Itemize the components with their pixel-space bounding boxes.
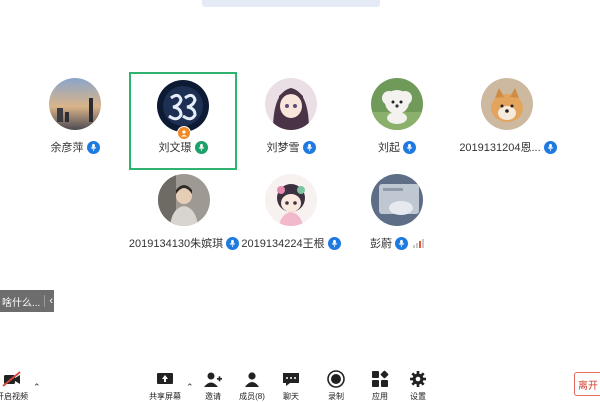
- share-screen-label: 共享屏幕: [149, 392, 181, 401]
- leave-label: 离开: [578, 380, 598, 392]
- mic-icon[interactable]: [327, 236, 341, 250]
- participant-grid: 余彦萍 刘文璟 刘梦雪 刘起 2019131204恩... 2019134130…: [0, 0, 600, 360]
- divider: [44, 295, 46, 307]
- settings-button[interactable]: 设置: [398, 370, 438, 402]
- avatar: [371, 78, 423, 130]
- participant-tile[interactable]: 刘梦雪: [238, 78, 344, 174]
- participant-tile[interactable]: 彭蔚: [344, 174, 450, 270]
- members-label: 成员(8): [239, 392, 265, 401]
- participant-tile[interactable]: 2019134130朱嫔琪: [128, 174, 240, 270]
- chat-button[interactable]: 聊天: [271, 370, 311, 402]
- mic-icon[interactable]: [302, 140, 316, 154]
- participant-tile-active-speaker[interactable]: 刘文璟: [129, 72, 237, 170]
- camera-off-icon: [2, 370, 22, 388]
- participant-name: 刘梦雪: [266, 142, 300, 154]
- participant-name: 刘文璟: [158, 142, 192, 154]
- gear-icon: [408, 370, 428, 388]
- avatar: [265, 78, 317, 130]
- participant-tile[interactable]: 2019134224王根: [238, 174, 344, 270]
- participant-tile[interactable]: 余彦萍: [22, 78, 128, 174]
- mic-icon[interactable]: [86, 140, 100, 154]
- chat-bubble-icon: [281, 370, 301, 388]
- chat-preview-text: 啥什么...: [2, 297, 41, 309]
- chevron-up-icon[interactable]: ⌃: [33, 382, 41, 393]
- avatar: [49, 78, 101, 130]
- start-video-label: 开启视频: [0, 392, 28, 401]
- apps-label: 应用: [372, 392, 388, 401]
- participant-name: 余彦萍: [50, 142, 84, 154]
- participant-name: 2019134224王根: [241, 238, 325, 250]
- avatar: [371, 174, 423, 226]
- invite-user-icon: [203, 370, 223, 388]
- mic-icon[interactable]: [543, 140, 557, 154]
- share-screen-button[interactable]: 共享屏幕: [145, 370, 185, 402]
- invite-label: 邀请: [205, 392, 221, 401]
- members-button[interactable]: 成员(8): [232, 370, 272, 402]
- leave-meeting-button[interactable]: 离开: [574, 372, 600, 396]
- members-icon: [242, 370, 262, 388]
- start-video-button[interactable]: 开启视频: [0, 370, 32, 402]
- participant-name: 2019131204恩...: [459, 142, 541, 154]
- record-label: 录制: [328, 392, 344, 401]
- avatar: [481, 78, 533, 130]
- share-screen-icon: [155, 370, 175, 388]
- participant-tile[interactable]: 2019131204恩...: [454, 78, 562, 174]
- mic-active-icon[interactable]: [194, 140, 208, 154]
- participant-name: 2019134130朱嫔琪: [128, 238, 224, 250]
- record-icon: [326, 370, 346, 388]
- signal-strength-icon: [413, 238, 424, 248]
- meeting-toolbar: 开启视频 ⌃ 共享屏幕 ⌃ 邀请 成员(8) 聊天 录制: [0, 364, 600, 402]
- settings-label: 设置: [410, 392, 426, 401]
- invite-button[interactable]: 邀请: [193, 370, 233, 402]
- chat-preview-bubble[interactable]: 啥什么... ‹: [0, 290, 54, 312]
- chat-label: 聊天: [283, 392, 299, 401]
- avatar: [157, 80, 209, 132]
- mic-icon[interactable]: [403, 140, 416, 154]
- chevron-left-icon[interactable]: ‹: [49, 295, 53, 307]
- apps-button[interactable]: 应用: [360, 370, 400, 402]
- record-button[interactable]: 录制: [316, 370, 356, 402]
- participant-tile[interactable]: 刘起: [344, 78, 450, 174]
- avatar: [158, 174, 210, 226]
- avatar: [265, 174, 317, 226]
- participant-name: 刘起: [378, 142, 400, 154]
- apps-grid-icon: [370, 370, 390, 388]
- participant-name: 彭蔚: [370, 238, 392, 250]
- mic-icon[interactable]: [395, 236, 408, 250]
